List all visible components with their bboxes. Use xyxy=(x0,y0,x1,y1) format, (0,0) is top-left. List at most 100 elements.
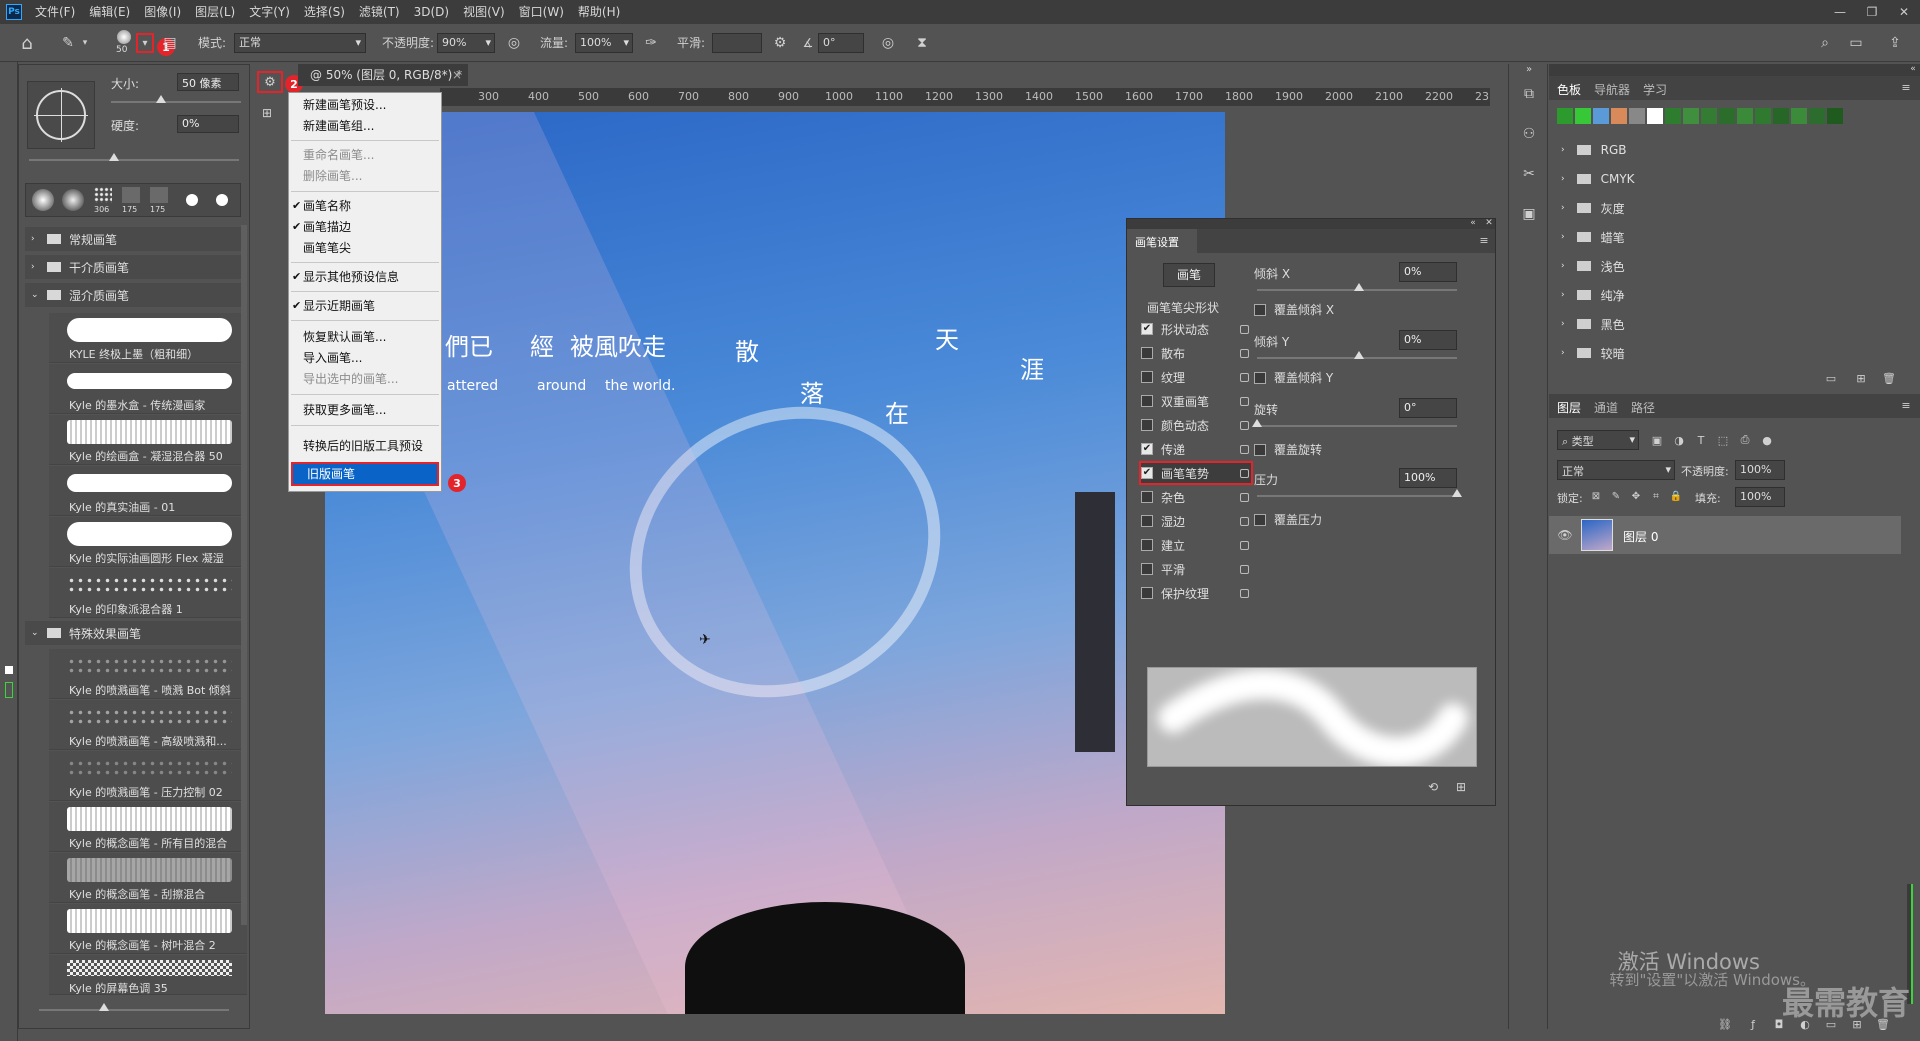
history-icon[interactable]: ⧉ xyxy=(1519,84,1539,104)
tilt-x-knob[interactable] xyxy=(1354,283,1364,291)
preview-size-slider[interactable] xyxy=(39,1003,229,1011)
menu-window[interactable]: 窗口(W) xyxy=(512,0,571,24)
swatch[interactable] xyxy=(1557,108,1573,124)
layer-filter-select[interactable]: ⌕ 类型 ▾ xyxy=(1557,430,1639,450)
brush-item-wet-1[interactable]: KYLE 终极上墨（粗和细） xyxy=(49,313,247,363)
folder-dry-media[interactable]: › 干介质画笔 xyxy=(25,255,243,279)
gear-icon[interactable]: ⚙ xyxy=(770,33,790,53)
toggle-visibility-icon[interactable]: ⟲ xyxy=(1423,779,1443,795)
clone-source-icon[interactable]: ⚇ xyxy=(1519,124,1539,144)
lock-icon[interactable] xyxy=(1240,540,1249,550)
delete-icon[interactable]: 🗑 xyxy=(1881,370,1897,386)
search-icon[interactable]: ⌕ xyxy=(1815,33,1835,53)
checkbox[interactable] xyxy=(1254,371,1266,384)
preview-size-knob[interactable] xyxy=(99,1003,109,1011)
swatch[interactable] xyxy=(1755,108,1771,124)
override-rotation[interactable]: 覆盖旋转 xyxy=(1254,441,1322,458)
tilt-y-knob[interactable] xyxy=(1354,351,1364,359)
swatch[interactable] xyxy=(1611,108,1627,124)
brush-tip-shape-item[interactable]: 画笔笔尖形状 xyxy=(1147,299,1219,316)
checkbox[interactable] xyxy=(1141,347,1153,359)
layer-row[interactable]: 👁 图层 0 xyxy=(1549,516,1901,554)
tilt-y-slider[interactable] xyxy=(1257,351,1457,359)
tab-layers[interactable]: 图层 xyxy=(1557,399,1581,416)
swatch[interactable] xyxy=(1737,108,1753,124)
setting-build-up[interactable]: 建立 xyxy=(1141,535,1251,555)
pressure-opacity-icon[interactable]: ◎ xyxy=(504,33,524,53)
lock-artboard-icon[interactable]: ⌗ xyxy=(1649,488,1663,504)
filter-smart-icon[interactable]: ⎙ xyxy=(1737,432,1753,448)
swatch[interactable] xyxy=(1575,108,1591,124)
brush-item-fx-1[interactable]: Kyle 的喷溅画笔 - 喷溅 Bot 倾斜 xyxy=(49,649,247,699)
tilt-x-input[interactable]: 0% xyxy=(1399,262,1457,282)
tilt-x-slider[interactable] xyxy=(1257,283,1457,291)
pressure-slider[interactable] xyxy=(1257,489,1462,497)
new-group-icon[interactable]: ▭ xyxy=(1823,370,1839,386)
checkbox-checked[interactable]: ✔ xyxy=(1141,323,1153,335)
setting-protect-texture[interactable]: 保护纹理 xyxy=(1141,583,1251,603)
setting-color-dynamics[interactable]: 颜色动态 xyxy=(1141,415,1251,435)
lock-icon[interactable] xyxy=(1240,492,1249,502)
checkbox-checked[interactable]: ✔ xyxy=(1141,443,1153,455)
folder-special-effects[interactable]: ⌄ 特殊效果画笔 xyxy=(25,621,243,645)
swatch[interactable] xyxy=(1665,108,1681,124)
rotation-knob[interactable] xyxy=(1252,419,1262,427)
recent-brush-5[interactable] xyxy=(150,187,168,203)
checkbox[interactable] xyxy=(1254,443,1266,456)
minimize-icon[interactable]: — xyxy=(1824,0,1856,24)
setting-shape-dynamics[interactable]: ✔ 形状动态 xyxy=(1141,319,1251,339)
recent-brush-3[interactable] xyxy=(94,187,112,203)
checkbox[interactable] xyxy=(1141,395,1153,407)
recent-brush-4[interactable] xyxy=(122,187,140,203)
menu-edit[interactable]: 编辑(E) xyxy=(82,0,137,24)
menu-new-brush-group[interactable]: 新建画笔组... xyxy=(289,116,441,137)
setting-dual-brush[interactable]: 双重画笔 xyxy=(1141,391,1251,411)
brush-angle-widget[interactable] xyxy=(27,81,95,149)
recent-brush-7[interactable] xyxy=(216,194,228,206)
size-input[interactable]: 50 像素 xyxy=(177,73,239,91)
swatch[interactable] xyxy=(1809,108,1825,124)
checkbox[interactable] xyxy=(1141,371,1153,383)
menu-brush-name[interactable]: 画笔名称 xyxy=(289,196,441,217)
angle-input[interactable]: 0° xyxy=(818,33,864,53)
rotation-slider[interactable] xyxy=(1252,419,1457,427)
gear-icon[interactable]: ⚙ xyxy=(261,73,279,91)
swatch-folder-darker[interactable]: › 较暗 xyxy=(1561,342,1911,364)
new-brush-icon[interactable]: ⊞ xyxy=(1453,779,1469,795)
pressure-input[interactable]: 100% xyxy=(1399,468,1457,488)
menu-view[interactable]: 视图(V) xyxy=(456,0,512,24)
restore-icon[interactable]: ❐ xyxy=(1856,0,1888,24)
swatch[interactable] xyxy=(1791,108,1807,124)
home-icon[interactable]: ⌂ xyxy=(16,32,38,54)
pressure-size-icon[interactable]: ◎ xyxy=(878,33,898,53)
brush-item-fx-5[interactable]: Kyle 的概念画笔 - 刮擦混合 xyxy=(49,853,247,903)
checkbox[interactable] xyxy=(1141,515,1153,527)
recent-brush-1[interactable] xyxy=(32,189,54,211)
document-canvas[interactable]: ✈ 們已 經 被風吹走 散 天 落 在 涯 attered around the… xyxy=(325,112,1225,1014)
tab-brush-settings[interactable]: 画笔设置 xyxy=(1127,229,1197,253)
menu-new-brush-preset[interactable]: 新建画笔预设... xyxy=(289,95,441,116)
checkbox[interactable] xyxy=(1141,587,1153,599)
tab-channels[interactable]: 通道 xyxy=(1594,399,1618,416)
opacity-input[interactable]: 90% ▾ xyxy=(437,33,495,53)
menu-brush-tip[interactable]: 画笔笔尖 xyxy=(289,238,441,259)
lock-icon[interactable] xyxy=(1240,396,1249,406)
swatch[interactable] xyxy=(1827,108,1843,124)
menu-file[interactable]: 文件(F) xyxy=(28,0,82,24)
hardness-slider-knob[interactable] xyxy=(109,153,119,161)
symmetry-icon[interactable]: ⧗ xyxy=(912,33,932,53)
brush-item-wet-6[interactable]: Kyle 的印象派混合器 1 xyxy=(49,568,247,618)
new-swatch-icon[interactable]: ⊞ xyxy=(1853,370,1869,386)
menu-rename-brush[interactable]: 重命名画笔... xyxy=(289,145,441,166)
folder-wet-media[interactable]: ⌄ 湿介质画笔 xyxy=(25,283,243,307)
menu-show-preset-info[interactable]: 显示其他预设信息 xyxy=(289,267,441,288)
swatch-folder-cmyk[interactable]: › CMYK xyxy=(1561,168,1911,190)
filter-shape-icon[interactable]: ⬚ xyxy=(1715,432,1731,448)
swatch[interactable] xyxy=(1647,108,1663,124)
panel-menu-icon[interactable]: ≡ xyxy=(1477,233,1491,247)
lock-pixels-icon[interactable]: ✎ xyxy=(1609,488,1623,504)
lock-transparent-icon[interactable]: ⊠ xyxy=(1589,488,1603,504)
tab-navigator[interactable]: 导航器 xyxy=(1594,81,1630,98)
setting-texture[interactable]: 纹理 xyxy=(1141,367,1251,387)
lock-icon[interactable] xyxy=(1240,348,1249,358)
